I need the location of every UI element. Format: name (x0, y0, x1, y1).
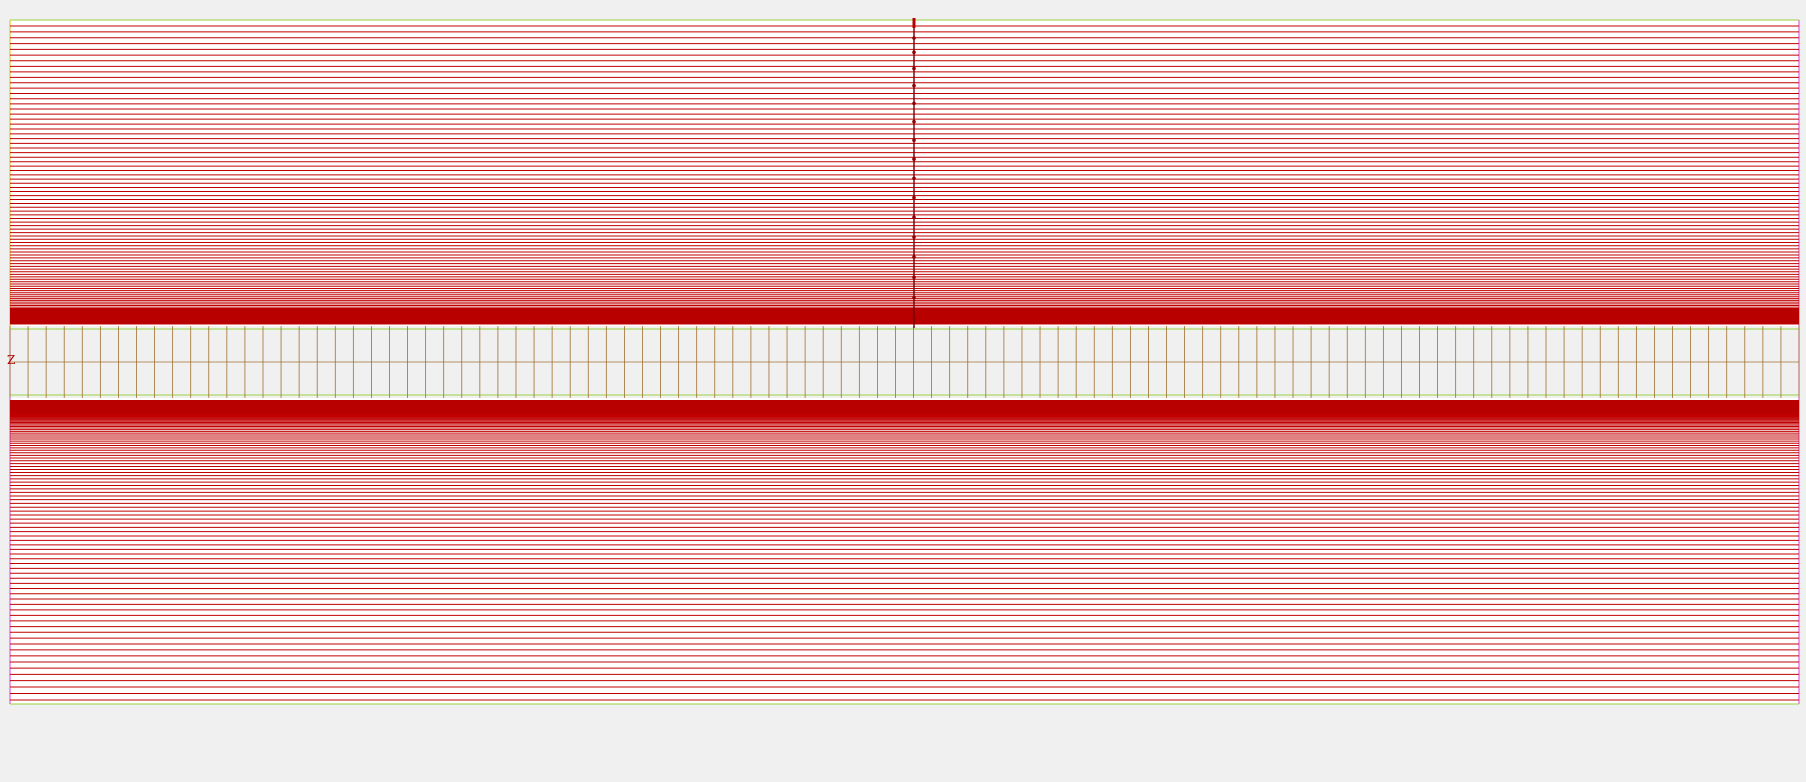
center-marker-dot (912, 195, 916, 200)
axis-label: Z (7, 353, 16, 367)
center-marker-dot (912, 215, 916, 220)
center-marker-dot (912, 255, 916, 259)
center-marker-dot (912, 157, 916, 161)
line-diagram (9, 18, 1800, 705)
upper-band-solid (10, 308, 1799, 324)
lower-band-solid (10, 400, 1799, 414)
center-marker-dot (912, 83, 916, 88)
center-marker-dot (912, 176, 916, 181)
center-marker-dot (912, 235, 916, 239)
center-marker-dot (912, 66, 916, 71)
center-marker-dot (912, 36, 916, 40)
center-marker-dot (912, 275, 916, 280)
center-marker-dot (912, 138, 916, 142)
diagram-canvas: Z (0, 0, 1806, 778)
center-marker-dot (912, 119, 916, 124)
center-marker-dot (912, 50, 916, 55)
center-marker-dot (912, 295, 916, 300)
center-top-cap (912, 18, 916, 28)
center-marker-dot (912, 101, 916, 106)
center-marker-dot (912, 316, 916, 320)
